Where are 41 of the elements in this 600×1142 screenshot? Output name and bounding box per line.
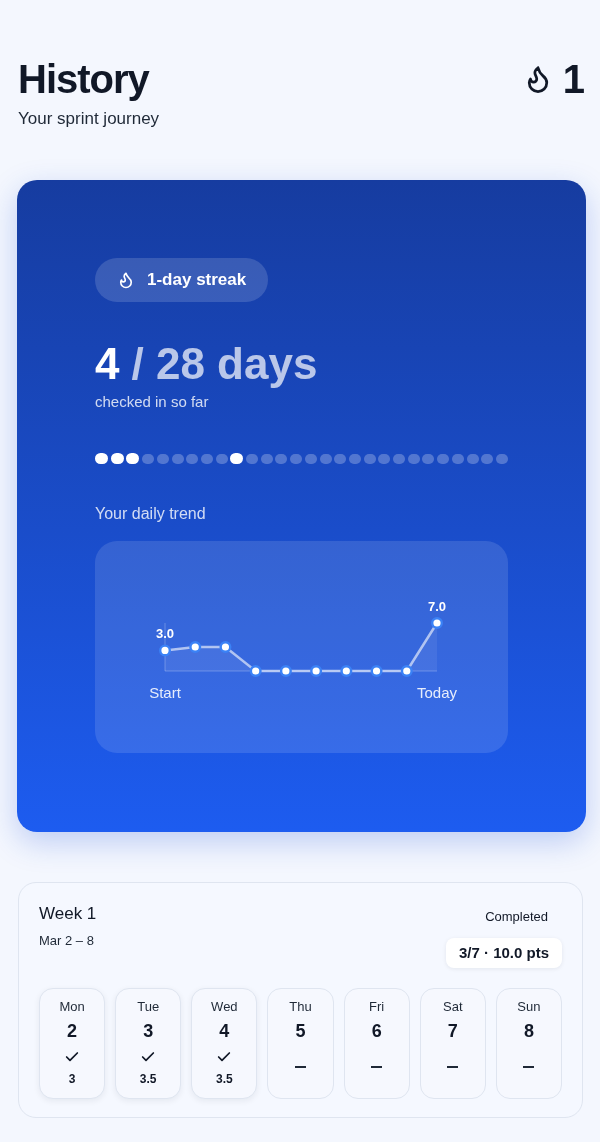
day-cell[interactable]: Sat 7 bbox=[419, 988, 486, 1099]
x-axis-label: Start bbox=[149, 684, 181, 701]
week-status: Completed bbox=[485, 909, 548, 925]
streak-badge-label: 1-day streak bbox=[147, 269, 247, 292]
data-label: 7.0 bbox=[427, 599, 447, 614]
week-summary: 3/7 · 10.0 pts bbox=[445, 938, 562, 968]
day-number: 2 bbox=[67, 1020, 78, 1042]
weekday-label: Sun bbox=[517, 999, 541, 1015]
day-number: 6 bbox=[371, 1020, 382, 1042]
streak-count: 1 bbox=[562, 56, 585, 103]
data-label: 3.0 bbox=[155, 626, 175, 642]
day-cell[interactable]: Mon 2 3 bbox=[39, 988, 106, 1099]
day-cell[interactable]: Sun 8 bbox=[495, 988, 562, 1099]
week-title: Week 1 bbox=[39, 903, 97, 925]
progress-caption: checked in so far bbox=[95, 392, 210, 412]
day-number: 4 bbox=[219, 1020, 230, 1042]
day-points: 3 bbox=[68, 1071, 76, 1087]
flame-icon bbox=[117, 271, 135, 289]
day-cell[interactable]: Wed 4 3.5 bbox=[191, 988, 258, 1099]
day-cell[interactable]: Thu 5 bbox=[267, 988, 334, 1099]
weekday-label: Thu bbox=[289, 999, 312, 1015]
trend-title: Your daily trend bbox=[95, 504, 207, 524]
weekday-label: Sat bbox=[443, 999, 463, 1015]
day-points: 3.5 bbox=[139, 1071, 157, 1087]
checked-count: 4 bbox=[95, 338, 120, 390]
day-number: 7 bbox=[447, 1020, 458, 1042]
page-subtitle: Your sprint journey bbox=[18, 108, 160, 130]
day-cell[interactable]: Fri 6 bbox=[343, 988, 410, 1099]
weekday-label: Mon bbox=[59, 999, 85, 1015]
day-number: 8 bbox=[523, 1020, 534, 1042]
day-points: 3.5 bbox=[216, 1071, 233, 1087]
page-title: History bbox=[18, 56, 151, 103]
total-days: / 28 days bbox=[131, 338, 318, 390]
x-axis-label: Today bbox=[417, 684, 457, 701]
day-number: 5 bbox=[295, 1020, 306, 1042]
day-cell[interactable]: Tue 3 3.5 bbox=[115, 988, 182, 1099]
weekday-label: Wed bbox=[211, 999, 238, 1015]
day-number: 3 bbox=[143, 1020, 154, 1042]
week-date-range: Mar 2 – 8 bbox=[39, 933, 95, 949]
weekday-label: Tue bbox=[137, 999, 160, 1015]
weekday-label: Fri bbox=[369, 999, 385, 1015]
